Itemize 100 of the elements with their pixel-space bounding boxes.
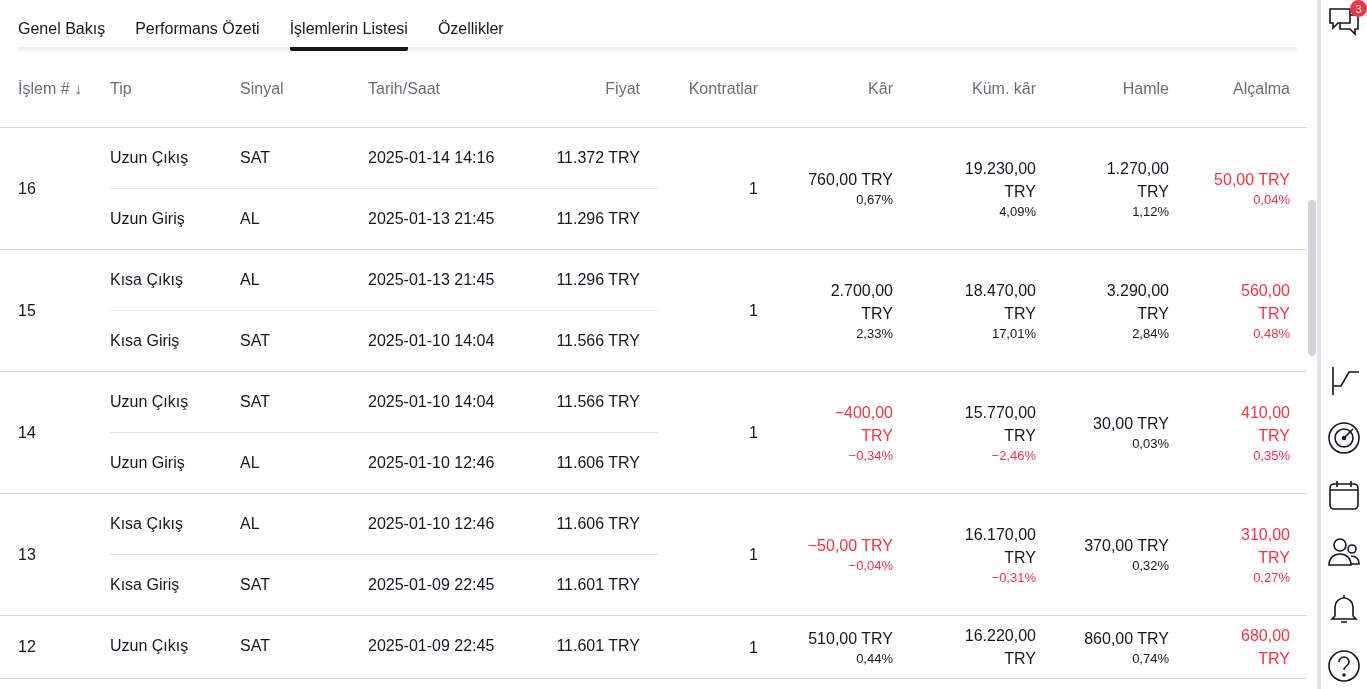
percent-text: −0,04% [848,557,893,575]
amount-text: 680,00 TRY [1240,626,1290,669]
amount-text: 2.700,00 TRY [829,280,893,324]
amount-text: 50,00 TRY [1214,170,1290,190]
tab[interactable]: Özellikler [437,20,504,51]
amount-text: −400,00 TRY [833,402,893,446]
amount-text: 18.470,00 TRY [963,280,1036,324]
datetime-text: 2025-01-10 12:46 [368,515,496,533]
trade-number: 16 [18,179,36,198]
percent-text: −0,31% [991,568,1036,587]
percent-text: 17,01% [991,324,1036,343]
percent-text: 0,35% [1253,446,1290,465]
percent-text: 0,74% [1132,649,1169,668]
contracts-text: 1 [749,637,758,658]
datetime-text: 2025-01-09 22:45 [368,576,496,594]
contracts-text: 1 [749,423,758,443]
price-text: 11.296 TRY [555,210,641,228]
trade-type: Uzun Giriş [110,210,186,228]
calendar-icon[interactable] [1327,478,1362,512]
tab[interactable]: İşlemlerin Listesi [289,20,408,51]
trade-type: Uzun Giriş [110,454,186,472]
amount-text: −50,00 TRY [807,536,893,556]
amount-text: 310,00 TRY [1240,524,1290,568]
column-header[interactable]: Tip [110,80,132,98]
amount-text: 510,00 TRY [808,628,893,649]
datetime-text: 2025-01-10 14:04 [368,332,496,350]
signal-text: SAT [240,393,271,411]
amount-text: 16.220,00 TRY [963,626,1036,669]
amount-text: 30,00 TRY [1093,414,1169,434]
signal-text: SAT [240,149,271,167]
column-header[interactable]: Küm. kâr [972,80,1036,98]
help-icon[interactable] [1327,649,1362,683]
column-header[interactable]: Sinyal [240,80,284,98]
signal-text: AL [240,271,261,289]
contracts-text: 1 [749,545,758,565]
datetime-text: 2025-01-14 14:16 [368,149,496,167]
price-text: 11.372 TRY [555,149,641,167]
percent-text: 4,09% [999,202,1036,221]
percent-text: 2,33% [856,324,893,343]
trade-number: 13 [18,545,36,564]
scrollbar-thumb[interactable] [1308,200,1317,356]
percent-text: 0,27% [1253,568,1290,587]
amount-text: 410,00 TRY [1240,402,1290,446]
price-text: 11.566 TRY [555,393,641,411]
trade-number: 15 [18,301,36,320]
amount-text: 3.290,00 TRY [1105,280,1169,324]
percent-text: −2,46% [991,446,1036,465]
datetime-text: 2025-01-13 21:45 [368,210,496,228]
trade-number: 14 [18,423,36,442]
trade-type: Uzun Çıkış [110,393,190,411]
amount-text: 1.270,00 TRY [1105,158,1169,202]
contracts-text: 1 [749,301,758,321]
datetime-text: 2025-01-09 22:45 [368,637,496,655]
datetime-text: 2025-01-13 21:45 [368,271,496,289]
percent-text: 0,04% [1253,191,1290,209]
signal-text: AL [240,210,261,228]
percent-text: 0,48% [1253,324,1290,343]
signal-text: SAT [240,576,271,594]
datetime-text: 2025-01-10 12:46 [368,454,496,472]
column-header[interactable]: Kontratlar [688,80,758,98]
price-text: 11.606 TRY [555,454,641,472]
target-icon[interactable] [1327,421,1362,455]
column-header[interactable]: İşlem # ↓ [18,80,83,98]
trade-type: Kısa Giriş [110,332,181,350]
trade-number: 12 [18,638,36,656]
tab[interactable]: Performans Özeti [135,20,260,51]
amount-text: 560,00 TRY [1240,280,1290,324]
column-header[interactable]: Fiyat [605,80,640,98]
contracts-text: 1 [749,179,758,199]
percent-text: 0,67% [856,191,893,209]
trade-type: Kısa Çıkış [110,271,184,289]
signal-text: AL [240,515,261,533]
signal-text: SAT [240,332,271,350]
column-header[interactable]: Tarih/Saat [368,80,441,98]
column-header[interactable]: Hamle [1122,80,1169,98]
price-text: 11.601 TRY [555,576,641,594]
percent-text: 1,12% [1132,202,1169,221]
percent-text: −0,34% [848,446,893,465]
column-header[interactable]: Alçalma [1233,80,1290,98]
notification-badge: 3 [1350,0,1367,17]
amount-text: 15.770,00 TRY [963,402,1036,446]
price-text: 11.606 TRY [555,515,641,533]
amount-text: 370,00 TRY [1084,536,1169,556]
signal-text: AL [240,454,261,472]
users-icon[interactable] [1327,535,1362,569]
trade-type: Kısa Çıkış [110,515,184,533]
amount-text: 19.230,00 TRY [963,158,1036,202]
price-text: 11.601 TRY [555,637,641,655]
trade-type: Uzun Çıkış [110,637,190,655]
amount-text: 16.170,00 TRY [963,524,1036,568]
percent-text: 0,44% [856,649,893,668]
trade-type: Kısa Giriş [110,576,181,594]
amount-text: 860,00 TRY [1084,628,1169,649]
tab[interactable]: Genel Bakış [18,20,106,51]
amount-text: 760,00 TRY [808,170,893,190]
price-text: 11.566 TRY [555,332,641,350]
percent-text: 0,03% [1132,435,1169,453]
percent-text: 0,32% [1132,557,1169,575]
column-header[interactable]: Kâr [868,80,893,98]
percent-text: 2,84% [1132,324,1169,343]
